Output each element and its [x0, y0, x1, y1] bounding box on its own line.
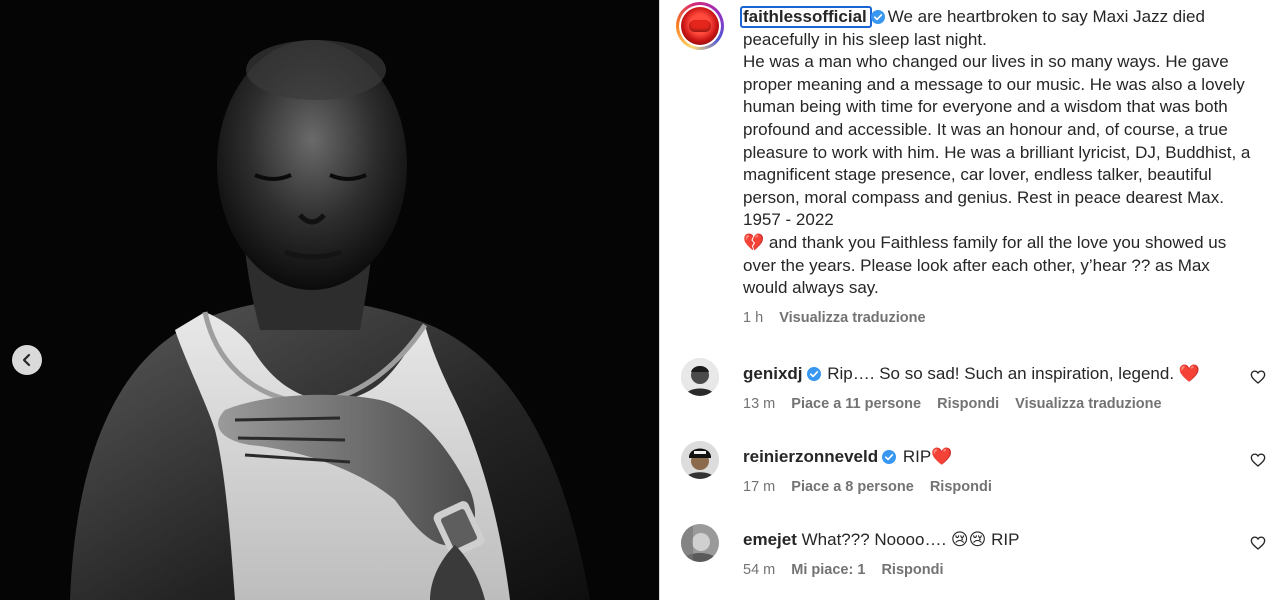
comment-body: What??? Noooo…. — [801, 530, 951, 549]
previous-image-button[interactable] — [12, 345, 42, 375]
heart-outline-icon[interactable] — [1250, 535, 1266, 551]
author-avatar[interactable] — [676, 2, 724, 50]
heart-outline-icon[interactable] — [1250, 369, 1266, 385]
comment-body: RIP — [902, 447, 932, 466]
comment-body: Rip…. So so sad! Such an inspiration, le… — [827, 364, 1179, 383]
comment-meta: 13 m Piace a 11 persone Rispondi Visuali… — [743, 396, 1174, 412]
comment-text: reinierzonneveld RIP❤️ — [743, 447, 952, 467]
comment-time: 13 m — [743, 396, 776, 412]
post-caption: faithlessofficial We are heartbroken to s… — [740, 6, 1253, 300]
reply-button[interactable]: Rispondi — [930, 479, 992, 495]
post-meta: 1 h Visualizza traduzione — [743, 310, 938, 326]
instagram-post-view: faithlessofficial We are heartbroken to s… — [0, 0, 1280, 600]
translate-link[interactable]: Visualizza traduzione — [779, 310, 925, 326]
author-username-link[interactable]: faithlessofficial — [740, 6, 872, 28]
comments-panel: faithlessofficial We are heartbroken to s… — [660, 0, 1280, 600]
caption-body-text: He was a man who changed our lives in so… — [743, 52, 1251, 230]
comment-text: emejet What??? Noooo…. 😢😢 RIP — [743, 530, 1019, 550]
avatar-image — [681, 358, 719, 396]
caption-first-paragraph: faithlessofficial We are heartbroken to s… — [740, 6, 1253, 51]
commenter-avatar[interactable] — [681, 524, 719, 562]
comment-item: genixdj Rip…. So so sad! Such an inspira… — [660, 358, 1280, 428]
verified-badge-icon — [806, 367, 821, 381]
heart-emoji: ❤️ — [931, 447, 953, 466]
comment-likes-link[interactable]: Mi piace: 1 — [791, 562, 865, 578]
comment-likes-link[interactable]: Piace a 8 persone — [791, 479, 914, 495]
verified-badge-icon — [882, 450, 897, 464]
translate-link[interactable]: Visualizza traduzione — [1015, 396, 1161, 412]
comment-time: 54 m — [743, 562, 776, 578]
heart-emoji: ❤️ — [1178, 364, 1200, 383]
author-avatar-image — [681, 7, 719, 45]
broken-heart-emoji: 💔 — [743, 232, 765, 252]
comment-text: genixdj Rip…. So so sad! Such an inspira… — [743, 364, 1200, 384]
comment-meta: 17 m Piace a 8 persone Rispondi — [743, 479, 1004, 495]
caption-body-text-2: and thank you Faithless family for all t… — [743, 232, 1227, 298]
reply-button[interactable]: Rispondi — [937, 396, 999, 412]
comment-item: reinierzonneveld RIP❤️ 17 m Piace a 8 pe… — [660, 441, 1280, 511]
comment-likes-link[interactable]: Piace a 11 persone — [791, 396, 921, 412]
chevron-left-icon — [22, 353, 31, 367]
post-photo — [0, 0, 659, 600]
caption-body: He was a man who changed our lives in so… — [743, 51, 1253, 300]
avatar-image — [681, 441, 719, 479]
commenter-avatar[interactable] — [681, 441, 719, 479]
commenter-avatar[interactable] — [681, 358, 719, 396]
commenter-username[interactable]: genixdj — [743, 364, 803, 383]
comment-time: 17 m — [743, 479, 776, 495]
story-ring — [679, 5, 721, 47]
avatar-image — [681, 524, 719, 562]
verified-badge-icon — [870, 10, 885, 24]
post-time: 1 h — [743, 310, 764, 326]
commenter-username[interactable]: reinierzonneveld — [743, 447, 878, 466]
comment-item: emejet What??? Noooo…. 😢😢 RIP 54 m Mi pi… — [660, 524, 1280, 594]
comment-body-end: RIP — [986, 530, 1020, 549]
commenter-username[interactable]: emejet — [743, 530, 797, 549]
reply-button[interactable]: Rispondi — [881, 562, 943, 578]
portrait-image — [0, 0, 659, 600]
crying-emoji: 😢😢 — [950, 530, 987, 549]
heart-outline-icon[interactable] — [1250, 452, 1266, 468]
comment-meta: 54 m Mi piace: 1 Rispondi — [743, 562, 955, 578]
